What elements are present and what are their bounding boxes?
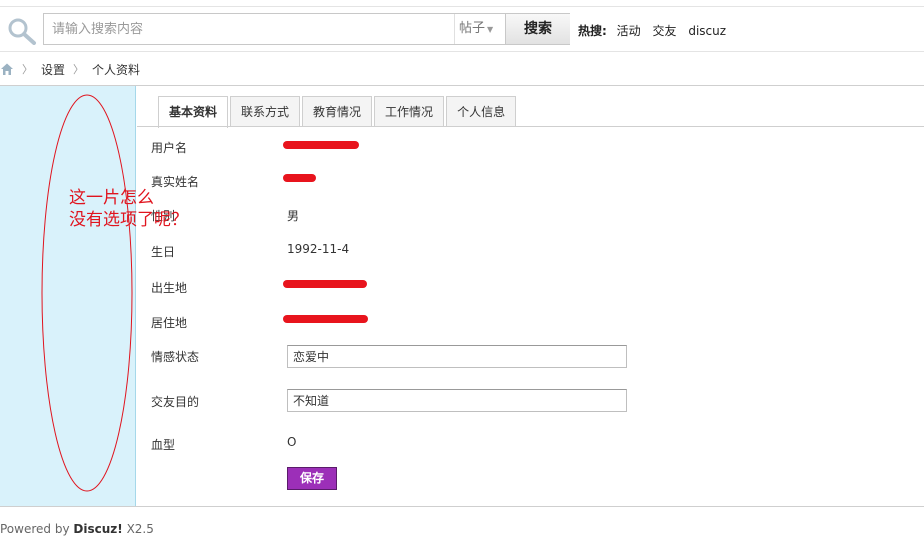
annotation-text: 这一片怎么 没有选项了呢？ bbox=[69, 187, 188, 231]
annotation-ellipse bbox=[41, 94, 133, 492]
chevron-down-icon: ▼ bbox=[487, 25, 494, 34]
tab-basic-info[interactable]: 基本资料 bbox=[158, 96, 229, 128]
search-box: 帖子▼ 搜索 bbox=[43, 13, 570, 45]
search-icon bbox=[8, 18, 36, 45]
save-button[interactable]: 保存 bbox=[287, 467, 337, 490]
username-redaction bbox=[283, 141, 359, 149]
profile-tabs: 基本资料 联系方式 教育情况 工作情况 个人信息 bbox=[158, 96, 518, 128]
hot-search-link[interactable]: 交友 bbox=[652, 24, 676, 38]
tab-work[interactable]: 工作情况 bbox=[374, 96, 445, 127]
home-icon[interactable] bbox=[0, 62, 14, 76]
relationship-label: 情感状态 bbox=[151, 350, 200, 364]
search-input[interactable] bbox=[44, 14, 454, 44]
breadcrumb-separator: 〉 bbox=[22, 63, 33, 76]
purpose-field[interactable] bbox=[287, 389, 627, 412]
realname-redaction bbox=[283, 174, 316, 182]
hot-searches: 热搜: 活动 交友 discuz bbox=[578, 22, 734, 39]
username-label: 用户名 bbox=[151, 141, 188, 155]
gender-value: 男 bbox=[287, 209, 300, 223]
search-type-label: 帖子 bbox=[459, 21, 486, 36]
tab-personal[interactable]: 个人信息 bbox=[446, 96, 517, 127]
hot-search-link[interactable]: 活动 bbox=[617, 24, 641, 38]
footer-brand[interactable]: Discuz! bbox=[73, 522, 122, 536]
birthplace-redaction bbox=[283, 280, 367, 288]
hot-search-label: 热搜: bbox=[578, 24, 607, 38]
residence-redaction bbox=[283, 315, 368, 323]
birthday-label: 生日 bbox=[151, 245, 176, 259]
footer-version: X2.5 bbox=[126, 522, 154, 536]
birthday-value: 1992-11-4 bbox=[287, 242, 350, 256]
content-frame bbox=[0, 85, 924, 507]
hot-search-link[interactable]: discuz bbox=[688, 24, 726, 38]
breadcrumb: 〉 设置 〉 个人资料 bbox=[0, 60, 148, 78]
search-bar: 帖子▼ 搜索 热搜: 活动 交友 discuz bbox=[0, 6, 924, 52]
search-type-select[interactable]: 帖子 ▼ bbox=[454, 14, 504, 44]
tab-education[interactable]: 教育情况 bbox=[302, 96, 373, 127]
tab-divider bbox=[137, 126, 924, 127]
footer-prefix: Powered by bbox=[0, 522, 70, 536]
breadcrumb-separator: 〉 bbox=[73, 63, 85, 76]
purpose-label: 交友目的 bbox=[151, 395, 200, 409]
search-button[interactable]: 搜索 bbox=[505, 14, 570, 44]
residence-label: 居住地 bbox=[151, 316, 188, 330]
breadcrumb-profile[interactable]: 个人资料 bbox=[92, 61, 140, 78]
birthplace-label: 出生地 bbox=[151, 281, 188, 295]
bloodtype-value: O bbox=[287, 435, 297, 449]
footer: Powered by Discuz! X2.5 bbox=[0, 522, 154, 536]
bloodtype-label: 血型 bbox=[151, 438, 176, 452]
relationship-field[interactable] bbox=[287, 345, 627, 368]
breadcrumb-settings[interactable]: 设置 bbox=[41, 61, 65, 78]
annotation-line: 没有选项了呢？ bbox=[69, 210, 188, 230]
annotation-line: 这一片怎么 bbox=[69, 188, 154, 208]
tab-contact[interactable]: 联系方式 bbox=[230, 96, 301, 127]
